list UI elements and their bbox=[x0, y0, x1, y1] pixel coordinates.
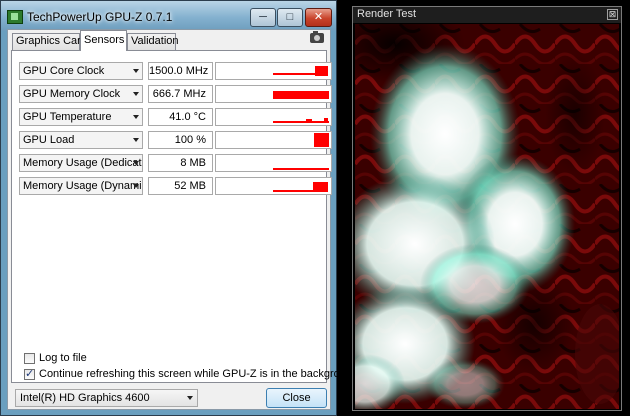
sensor-value: 1500.0 MHz bbox=[148, 62, 213, 80]
sensor-row-gpu-core-clock: GPU Core Clock 1500.0 MHz bbox=[19, 62, 332, 80]
render-test-title: Render Test bbox=[357, 8, 417, 20]
graph-bar bbox=[324, 118, 328, 121]
gpuz-client-area: Graphics Card Sensors Validation GPU Cor… bbox=[7, 29, 358, 410]
log-to-file-checkbox[interactable] bbox=[24, 352, 35, 364]
chevron-down-icon bbox=[133, 92, 139, 96]
graph-bar bbox=[273, 168, 329, 170]
graph-bar bbox=[273, 121, 329, 123]
render-canvas bbox=[355, 24, 619, 409]
render-canvas-graphic bbox=[355, 24, 619, 409]
sensor-row-memory-usage-dynamic: Memory Usage (Dynamic) 52 MB bbox=[19, 177, 332, 195]
sensor-value: 8 MB bbox=[148, 154, 213, 172]
sensor-value: 666.7 MHz bbox=[148, 85, 213, 103]
sensor-select[interactable]: Memory Usage (Dedicated) bbox=[19, 154, 143, 172]
chevron-down-icon bbox=[133, 69, 139, 73]
sensor-value: 100 % bbox=[148, 131, 213, 149]
device-select[interactable]: Intel(R) HD Graphics 4600 bbox=[15, 389, 198, 407]
sensor-name: GPU Core Clock bbox=[23, 65, 105, 77]
chevron-down-icon bbox=[133, 161, 139, 165]
sensor-select[interactable]: GPU Load bbox=[19, 131, 143, 149]
chevron-down-icon bbox=[133, 184, 139, 188]
sensor-graph bbox=[215, 177, 332, 195]
render-test-titlebar[interactable]: Render Test ⊠ bbox=[353, 7, 621, 23]
graph-bar bbox=[314, 133, 329, 147]
graph-bar bbox=[273, 73, 315, 75]
sensor-select[interactable]: GPU Temperature bbox=[19, 108, 143, 126]
maximize-button[interactable]: □ bbox=[277, 8, 303, 27]
sensor-name: GPU Load bbox=[23, 134, 75, 146]
sensor-select[interactable]: Memory Usage (Dynamic) bbox=[19, 177, 143, 195]
camera-icon[interactable] bbox=[310, 31, 324, 43]
graph-bar bbox=[315, 66, 328, 76]
tab-graphics-card[interactable]: Graphics Card bbox=[12, 33, 87, 50]
minimize-button[interactable]: ─ bbox=[250, 8, 276, 27]
sensors-panel: GPU Core Clock 1500.0 MHz GPU Memory Clo… bbox=[11, 50, 358, 383]
gpuz-app-icon bbox=[7, 10, 23, 24]
sensor-select[interactable]: GPU Core Clock bbox=[19, 62, 143, 80]
log-to-file-option[interactable]: Log to file bbox=[24, 352, 87, 366]
sensor-name: GPU Temperature bbox=[23, 111, 112, 123]
continue-refresh-checkbox[interactable] bbox=[24, 367, 35, 380]
tab-sensors[interactable]: Sensors bbox=[80, 30, 127, 51]
chevron-down-icon bbox=[187, 396, 193, 400]
graph-bar bbox=[273, 190, 313, 192]
graph-bar bbox=[306, 119, 312, 121]
sensor-select[interactable]: GPU Memory Clock bbox=[19, 85, 143, 103]
render-test-window: Render Test ⊠ bbox=[352, 6, 622, 411]
gpuz-window-title: TechPowerUp GPU-Z 0.7.1 bbox=[27, 10, 173, 24]
sensor-name: Memory Usage (Dedicated) bbox=[23, 157, 142, 169]
sensor-graph bbox=[215, 131, 332, 149]
device-select-value: Intel(R) HD Graphics 4600 bbox=[20, 392, 150, 404]
graph-bar bbox=[313, 182, 328, 192]
gpuz-window: TechPowerUp GPU-Z 0.7.1 ─ □ ✕ Graphics C… bbox=[0, 0, 358, 416]
close-icon[interactable]: ⊠ bbox=[607, 9, 618, 20]
graph-bar bbox=[273, 91, 329, 99]
sensor-name: GPU Memory Clock bbox=[23, 88, 121, 100]
sensor-value: 52 MB bbox=[148, 177, 213, 195]
gpuz-titlebar[interactable]: TechPowerUp GPU-Z 0.7.1 ─ □ ✕ bbox=[1, 1, 336, 31]
sensor-row-gpu-load: GPU Load 100 % bbox=[19, 131, 332, 149]
sensor-name: Memory Usage (Dynamic) bbox=[23, 180, 143, 192]
close-button[interactable]: Close bbox=[266, 388, 327, 408]
sensor-row-memory-usage-dedicated: Memory Usage (Dedicated) 8 MB bbox=[19, 154, 332, 172]
continue-refresh-label: Continue refreshing this screen while GP… bbox=[39, 368, 359, 381]
close-window-button[interactable]: ✕ bbox=[305, 8, 332, 27]
tab-validation[interactable]: Validation bbox=[127, 33, 179, 50]
continue-refresh-option[interactable]: Continue refreshing this screen while GP… bbox=[24, 367, 359, 382]
sensor-graph bbox=[215, 85, 332, 103]
sensor-graph bbox=[215, 108, 332, 126]
sensor-value: 41.0 °C bbox=[148, 108, 213, 126]
chevron-down-icon bbox=[133, 115, 139, 119]
log-to-file-label: Log to file bbox=[39, 352, 87, 365]
sensor-graph bbox=[215, 154, 332, 172]
chevron-down-icon bbox=[133, 138, 139, 142]
sensor-row-gpu-temperature: GPU Temperature 41.0 °C bbox=[19, 108, 332, 126]
sensor-row-gpu-memory-clock: GPU Memory Clock 666.7 MHz bbox=[19, 85, 332, 103]
sensor-graph bbox=[215, 62, 332, 80]
